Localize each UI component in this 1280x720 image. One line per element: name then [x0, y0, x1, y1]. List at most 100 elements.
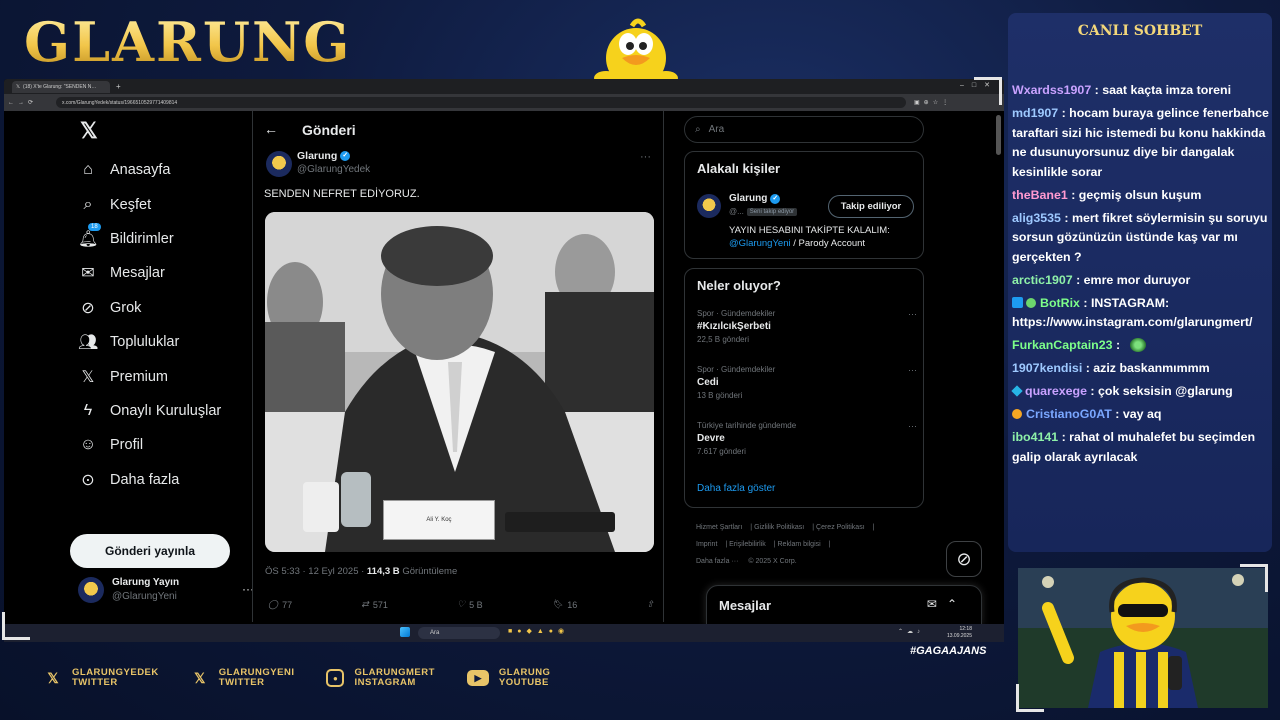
trend-item[interactable]: Spor · Gündemdekiler Cedi 13 B gönderi ·… — [697, 365, 917, 400]
grok-icon: ⊘ — [81, 299, 95, 317]
instagram-icon: ● — [326, 669, 345, 687]
footer-link[interactable]: Imprint — [696, 541, 717, 548]
browser-nav-buttons[interactable]: ←→⟳ — [4, 99, 56, 106]
windows-start-icon[interactable] — [400, 627, 410, 637]
related-bio: YAYIN HESABINI TAKİPTE KALALIM: @GlarungY… — [729, 225, 890, 249]
reply-button[interactable]: ◯ 77 — [268, 599, 292, 610]
account-handle: @GlarungYeni — [112, 591, 177, 602]
post-photo[interactable]: Ali Y. Koç — [265, 212, 654, 552]
frame-corner — [974, 77, 1002, 105]
chat-username[interactable]: BotRix — [1040, 296, 1080, 310]
follows-you-badge: Seni takip ediyor — [746, 207, 798, 216]
following-button[interactable]: Takip ediliyor — [828, 195, 914, 218]
account-name: Glarung Yayın — [112, 577, 180, 588]
windows-taskbar: Ara ■●◆▲●◉ ⌃☁♪ 12:18 13.09.2025 — [4, 624, 1004, 642]
nav-item-more[interactable]: ⊙ Daha fazla — [78, 463, 258, 497]
chat-username[interactable]: Wxardss1907 — [1012, 83, 1091, 97]
lightning-icon: ϟ — [83, 401, 93, 419]
more-horizontal-icon[interactable]: ··· — [908, 421, 917, 431]
share-icon: ⇧ — [646, 599, 654, 609]
browser-tab[interactable]: 𝕏 (18) X'te Glarung: "SENDEN N… — [12, 80, 110, 93]
footer-link[interactable]: Daha fazla ··· — [696, 558, 738, 565]
nav-item-verified-orgs[interactable]: ϟ Onaylı Kuruluşlar — [78, 394, 258, 428]
chat-username[interactable]: theBane1 — [1012, 188, 1068, 202]
nav-item-notifications[interactable]: 🔔︎ 18 Bildirimler — [78, 222, 258, 256]
chat-text: emre mor duruyor — [1083, 272, 1191, 287]
taskbar-search[interactable]: Ara — [418, 627, 500, 639]
x-page: 𝕏 ⌂ Anasayfa ⌕ Keşfet 🔔︎ 18 Bildirimler ✉ Mes… — [4, 111, 1004, 625]
hashtag-label: #GAGAAJANS — [910, 645, 987, 657]
avatar[interactable] — [697, 194, 721, 218]
search-input[interactable]: ⌕ Ara — [684, 116, 924, 143]
avatar — [78, 577, 104, 603]
nav-item-messages[interactable]: ✉ Mesajlar — [78, 256, 258, 290]
related-name[interactable]: Glarung ✓ — [729, 193, 781, 204]
chat-username[interactable]: CristianoG0AT — [1026, 407, 1112, 421]
scrollbar[interactable] — [996, 115, 1001, 155]
social-x-yedek: 𝕏 GLARUNGYEDEK TWITTER — [44, 668, 159, 688]
more-horizontal-icon[interactable]: ··· — [640, 151, 651, 163]
chat-message: theBane1 : geçmiş olsun kuşum — [1012, 186, 1270, 206]
avatar[interactable] — [266, 151, 292, 177]
more-horizontal-icon[interactable]: ··· — [908, 365, 917, 375]
system-tray-icons[interactable]: ⌃☁♪ — [898, 628, 924, 635]
footer-link[interactable]: Gizlilik Politikası — [754, 524, 804, 531]
taskbar-app-icons[interactable]: ■●◆▲●◉ — [508, 627, 569, 635]
post-meta: ÖS 5:33 · 12 Eyl 2025 · 114,3 B Görüntül… — [265, 566, 458, 577]
new-tab-button[interactable]: + — [116, 82, 121, 91]
chat-username[interactable]: alig3535 — [1012, 211, 1061, 225]
back-arrow-icon[interactable]: ← — [264, 121, 278, 137]
x-logo-icon[interactable]: 𝕏 — [80, 118, 98, 144]
account-switcher[interactable]: Glarung Yayın @GlarungYeni ··· — [78, 576, 254, 604]
grok-icon[interactable]: ⊘ — [946, 541, 982, 577]
post-author-handle[interactable]: @GlarungYedek — [297, 164, 370, 175]
repost-button[interactable]: ⇄ 571 — [361, 599, 388, 610]
footer-link[interactable]: Çerez Politikası — [816, 524, 865, 531]
browser-window: 𝕏 (18) X'te Glarung: "SENDEN N… + –□✕ ←→⟳… — [4, 79, 1004, 628]
bot-badge-icon — [1012, 296, 1023, 308]
share-button[interactable]: ⇧ — [646, 599, 654, 610]
chat-username[interactable]: md1907 — [1012, 106, 1058, 120]
nav-item-profile[interactable]: ☺ Profil — [78, 428, 258, 462]
footer-link[interactable]: Hizmet Şartları — [696, 524, 742, 531]
person-icon: ☺ — [79, 436, 97, 454]
chat-message: quarexege : çok seksisin @glarung — [1011, 382, 1270, 402]
chat-text: vay aq — [1122, 407, 1162, 422]
browser-extension-icons[interactable]: ▣⊕☆⋮ — [906, 99, 952, 106]
chat-separator: : — [1058, 105, 1070, 120]
bio-link[interactable]: @GlarungYeni — [729, 238, 791, 249]
post-button[interactable]: Gönderi yayınla — [70, 534, 230, 568]
nav-item-explore[interactable]: ⌕ Keşfet — [78, 187, 258, 221]
footer-link[interactable]: Reklam bilgisi — [778, 541, 821, 548]
bookmark-button[interactable]: 🔖︎ 16 — [552, 599, 577, 610]
chat-emote-icon — [1129, 338, 1146, 353]
chat-username[interactable]: FurkanCaptain23 — [1012, 338, 1113, 352]
verified-badge-icon: ✓ — [770, 193, 781, 204]
nav-item-premium[interactable]: 𝕏 Premium — [78, 359, 258, 393]
messages-dock[interactable]: Mesajlar ✉︎⌃ — [706, 585, 982, 625]
chat-separator: : — [1082, 361, 1094, 376]
more-horizontal-icon[interactable]: ··· — [908, 309, 917, 319]
chat-separator: : — [1086, 384, 1098, 399]
nav-item-home[interactable]: ⌂ Anasayfa — [78, 153, 258, 187]
trend-item[interactable]: Türkiye tarihinde gündemde Devre 7.617 g… — [697, 421, 917, 456]
search-icon: ⌕ — [83, 195, 93, 213]
nav-item-communities[interactable]: 👥︎ Topluluklar — [78, 325, 258, 359]
compose-message-icon[interactable]: ✉︎⌃ — [927, 597, 967, 611]
like-button[interactable]: ♡ 5 B — [457, 599, 483, 610]
trend-item[interactable]: Spor · Gündemdekiler #KızılcıkŞerbeti 22… — [697, 309, 917, 344]
chat-message: CristianoG0AT : vay aq — [1012, 405, 1270, 425]
show-more-link[interactable]: Daha fazla göster — [697, 483, 775, 494]
communities-icon: 👥︎ — [78, 334, 99, 352]
chat-username[interactable]: 1907kendisi — [1012, 361, 1082, 375]
footer-link[interactable]: Erişilebilirlik — [729, 541, 766, 548]
related-people-card: Alakalı kişiler Glarung ✓ @... Seni takip … — [684, 151, 924, 259]
chat-username[interactable]: arctic1907 — [1012, 273, 1073, 287]
chat-username[interactable]: ibo4141 — [1012, 430, 1058, 444]
url-field[interactable]: x.com/GlarungYedek/status/19665105297714… — [56, 97, 906, 108]
chat-username[interactable]: quarexege — [1025, 384, 1087, 398]
chat-separator: : — [1058, 430, 1070, 445]
nav-item-grok[interactable]: ⊘ Grok — [78, 291, 258, 325]
chat-message: alig3535 : mert fikret söylermisin şu so… — [1012, 209, 1270, 268]
post-author-name[interactable]: Glarung ✓ — [297, 150, 351, 162]
